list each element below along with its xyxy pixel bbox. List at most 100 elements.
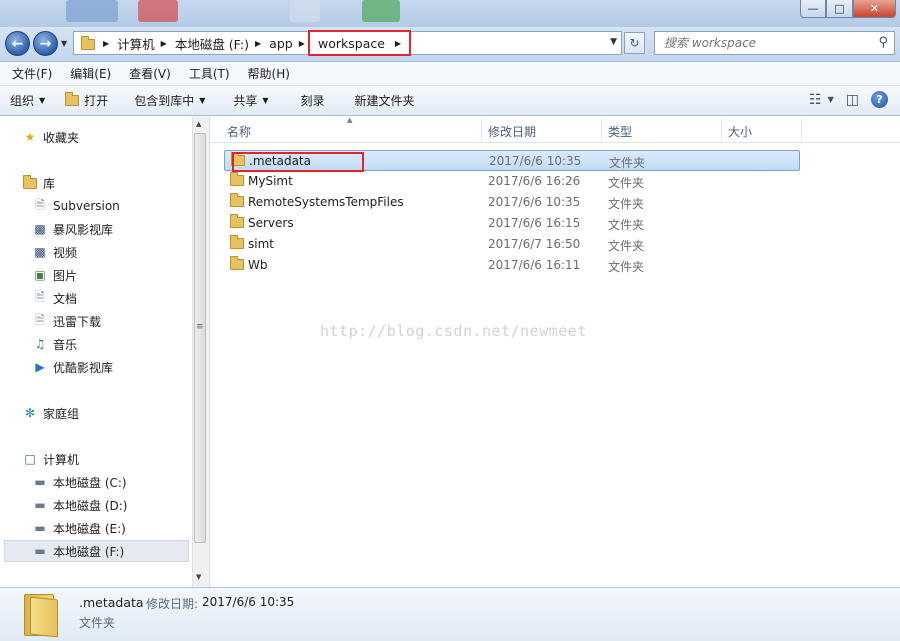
open-folder-icon: [65, 92, 80, 106]
address-dropdown-icon[interactable]: ▼: [610, 37, 617, 47]
help-icon[interactable]: ?: [871, 91, 888, 108]
breadcrumb-separator-icon[interactable]: ▶: [255, 39, 261, 48]
search-input[interactable]: [655, 32, 855, 54]
document-icon: 🗎: [35, 289, 45, 304]
breadcrumb-app[interactable]: app ▶: [269, 36, 313, 51]
column-size[interactable]: 大小: [728, 123, 752, 140]
film-icon: ▩: [34, 245, 46, 259]
computer-icon: □: [24, 452, 36, 466]
nav-libraries[interactable]: 库: [22, 172, 210, 194]
folder-icon: [230, 214, 244, 228]
search-box[interactable]: ⚲: [654, 31, 895, 55]
list-item[interactable]: RemoteSystemsTempFiles 2017/6/6 10:35 文件…: [224, 192, 800, 213]
history-dropdown-icon[interactable]: ▼: [61, 39, 67, 48]
close-icon[interactable]: ✕: [853, 0, 896, 18]
address-bar[interactable]: ▶ 计算机 ▶ 本地磁盘 (F:) ▶ app ▶ workspace ▶ ▼: [73, 30, 622, 56]
picture-icon: ▣: [34, 268, 46, 282]
list-item[interactable]: Wb 2017/6/6 16:11 文件夹: [224, 255, 800, 276]
details-modified-value: 2017/6/6 10:35: [202, 595, 295, 609]
list-item[interactable]: simt 2017/6/7 16:50 文件夹: [224, 234, 800, 255]
breadcrumb-separator-icon[interactable]: ▶: [395, 39, 401, 48]
column-divider[interactable]: [721, 119, 722, 141]
nav-homegroup[interactable]: ✻ 家庭组: [22, 402, 210, 424]
nav-drive-f[interactable]: ▬ 本地磁盘 (F:): [4, 540, 189, 562]
background-app-icon: [362, 0, 400, 22]
library-icon: [22, 174, 38, 191]
chevron-down-icon: ▼: [262, 96, 269, 105]
preview-pane-icon[interactable]: ◫: [846, 92, 859, 108]
hard-drive-icon: ▬: [34, 521, 46, 535]
hard-drive-icon: ▬: [34, 544, 46, 558]
view-options-dropdown-icon[interactable]: ▼: [828, 95, 834, 104]
menu-view[interactable]: 查看(V): [117, 65, 177, 82]
column-divider[interactable]: [481, 119, 482, 141]
breadcrumb-drive-f[interactable]: 本地磁盘 (F:) ▶: [175, 34, 269, 53]
scroll-down-icon[interactable]: ▼: [196, 573, 201, 581]
list-item[interactable]: Servers 2017/6/6 16:15 文件夹: [224, 213, 800, 234]
file-list: ▲ 名称 修改日期 类型 大小 .metadata 2017/6/6 10:35…: [210, 116, 900, 587]
system-drive-icon: ▬: [34, 475, 46, 489]
navigation-pane: ★ 收藏夹 库 🗎 Subversion ▩ 暴风影视库 ▩ 视频 ▣ 图片 🗎…: [0, 117, 192, 587]
nav-computer[interactable]: □ 计算机: [22, 448, 210, 470]
scrollbar-thumb[interactable]: [194, 133, 206, 543]
command-bar: 组织 ▼ 打开 包含到库中 ▼ 共享 ▼ 刻录 新建文件夹 ☷ ▼ ◫ ?: [0, 86, 900, 116]
menu-bar: 文件(F) 编辑(E) 查看(V) 工具(T) 帮助(H): [0, 62, 900, 86]
open-button[interactable]: 打开: [55, 90, 118, 112]
scroll-grip-icon: ≡: [196, 322, 204, 332]
folder-icon: [230, 235, 244, 249]
annotation-highlight-box: [232, 152, 364, 172]
share-button[interactable]: 共享 ▼: [215, 90, 278, 112]
window-controls: — □ ✕: [800, 0, 896, 18]
background-app-icon: [66, 0, 118, 22]
navigation-scrollbar[interactable]: ▲ ≡ ▼: [192, 117, 207, 587]
column-divider[interactable]: [801, 119, 802, 141]
column-modified[interactable]: 修改日期: [488, 123, 536, 140]
refresh-icon: ↻: [629, 36, 640, 50]
back-button[interactable]: ←: [5, 31, 30, 56]
menu-edit[interactable]: 编辑(E): [58, 65, 117, 82]
breadcrumb-separator-icon[interactable]: ▶: [299, 39, 305, 48]
column-divider[interactable]: [601, 119, 602, 141]
search-icon[interactable]: ⚲: [878, 35, 888, 50]
video-play-icon: ▶: [35, 360, 45, 374]
background-app-icon: [290, 0, 320, 22]
new-folder-button[interactable]: 新建文件夹: [335, 90, 425, 112]
chevron-down-icon: ▼: [39, 96, 46, 105]
refresh-button[interactable]: ↻: [624, 32, 645, 54]
details-pane: .metadata 修改日期: 2017/6/6 10:35 文件夹: [0, 587, 900, 641]
details-type: 文件夹: [79, 616, 116, 630]
maximize-icon[interactable]: □: [826, 0, 853, 18]
forward-button[interactable]: →: [33, 31, 58, 56]
library-document-icon: 🗎: [35, 197, 45, 212]
view-controls: ☷ ▼ ◫ ?: [809, 91, 888, 108]
star-icon: ★: [24, 130, 36, 144]
menu-file[interactable]: 文件(F): [0, 65, 58, 82]
nav-favorites[interactable]: ★ 收藏夹: [22, 126, 210, 148]
chevron-down-icon: ▼: [199, 96, 206, 105]
burn-button[interactable]: 刻录: [279, 90, 335, 112]
column-header: ▲ 名称 修改日期 类型 大小: [210, 116, 900, 143]
minimize-icon[interactable]: —: [800, 0, 826, 18]
organize-button[interactable]: 组织 ▼: [0, 90, 55, 112]
list-item[interactable]: MySimt 2017/6/6 16:26 文件夹: [224, 171, 800, 192]
include-in-library-button[interactable]: 包含到库中 ▼: [118, 90, 215, 112]
breadcrumb-workspace[interactable]: workspace ▶: [308, 30, 412, 56]
hard-drive-icon: ▬: [34, 498, 46, 512]
menu-help[interactable]: 帮助(H): [236, 65, 296, 82]
column-name[interactable]: 名称: [227, 123, 251, 140]
change-view-icon[interactable]: ☷: [809, 92, 822, 108]
breadcrumb-computer[interactable]: 计算机 ▶: [117, 34, 175, 53]
details-name: .metadata: [79, 595, 144, 610]
download-library-icon: 🗎: [35, 312, 45, 327]
large-folder-icon: [22, 594, 58, 638]
breadcrumb-separator-icon[interactable]: ▶: [161, 39, 167, 48]
menu-tools[interactable]: 工具(T): [177, 65, 236, 82]
breadcrumb-separator-icon[interactable]: ▶: [103, 39, 109, 48]
column-type[interactable]: 类型: [608, 123, 632, 140]
watermark: http://blog.csdn.net/newmeet: [320, 322, 587, 340]
scroll-up-icon[interactable]: ▲: [196, 120, 201, 128]
address-row: ← → ▼ ▶ 计算机 ▶ 本地磁盘 (F:) ▶ app ▶ workspace ▶ …: [0, 27, 900, 62]
details-modified-label: 修改日期:: [146, 597, 199, 611]
folder-icon: [230, 172, 244, 186]
folder-icon: [230, 193, 244, 207]
